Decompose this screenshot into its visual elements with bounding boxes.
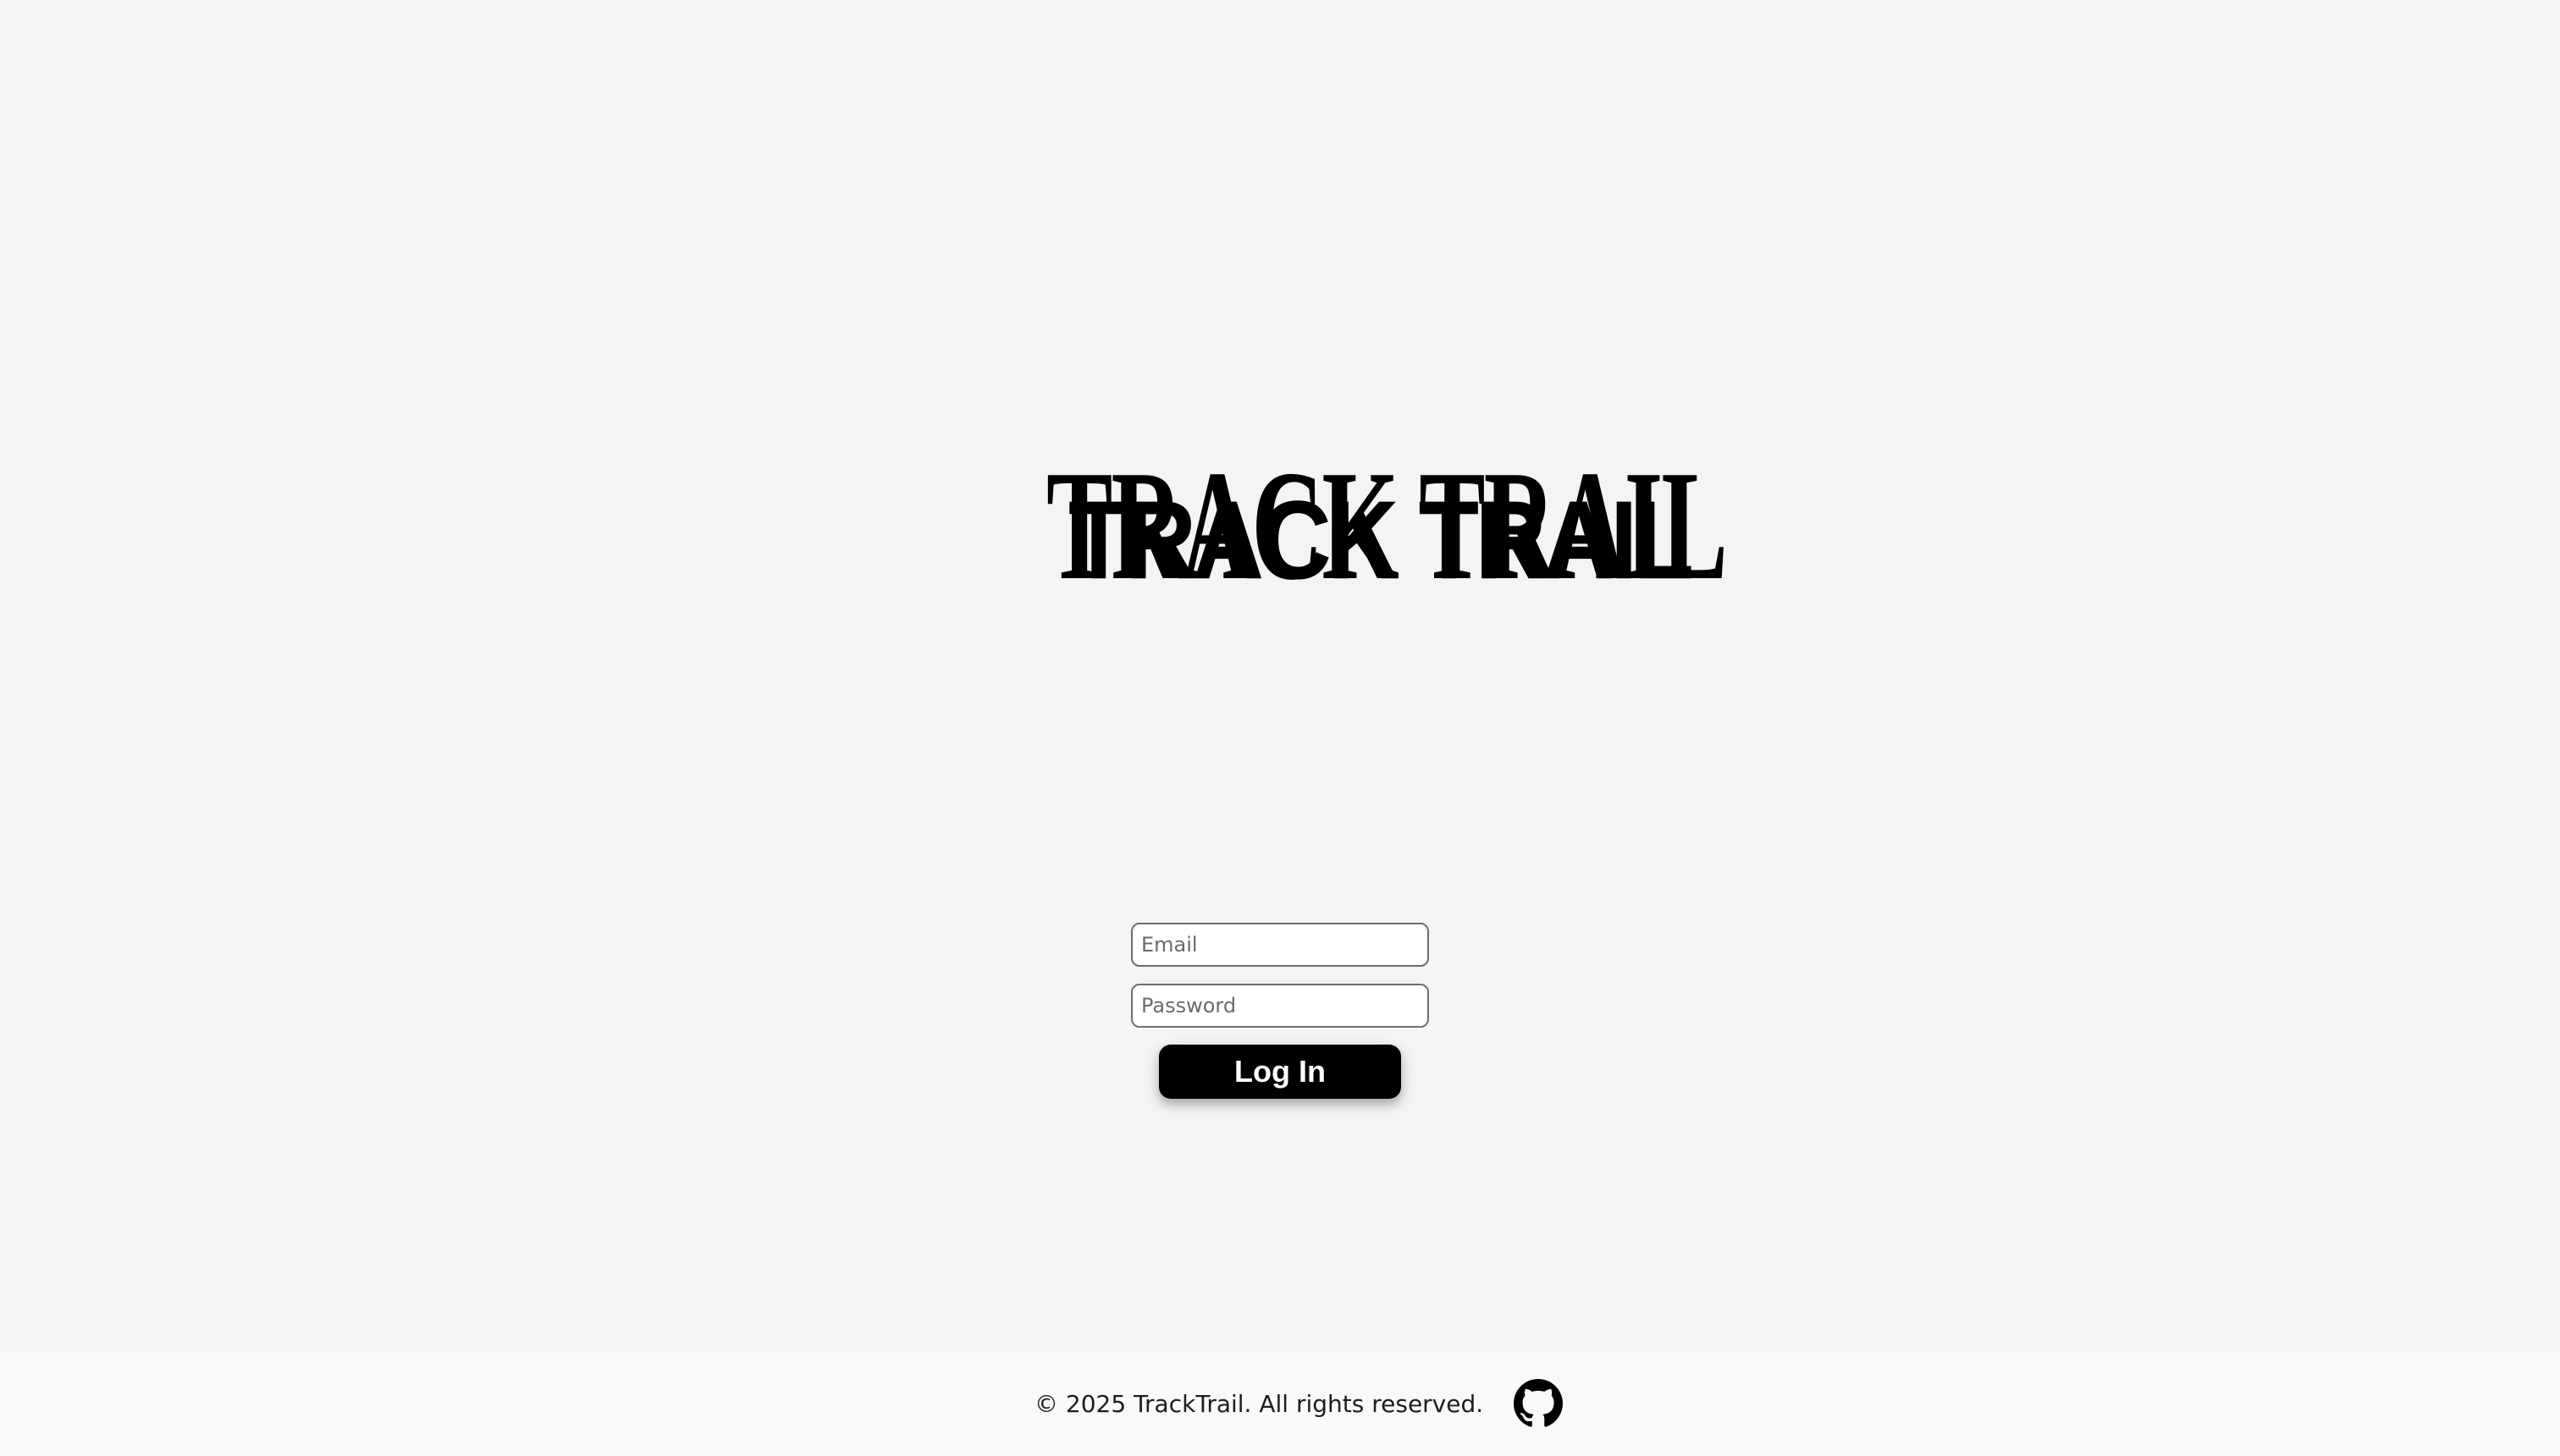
login-page: TRACK TRAIL TRACK TRAIL Log In © 2025 Tr… [0, 0, 2560, 1456]
login-form: Log In [1131, 923, 1429, 1099]
footer: © 2025 TrackTrail. All rights reserved. [0, 1353, 2560, 1456]
email-input[interactable] [1131, 923, 1429, 967]
app-logo: TRACK TRAIL TRACK TRAIL [1043, 440, 1728, 626]
github-link[interactable] [1514, 1379, 1564, 1428]
logo-text-front: TRACK TRAIL [1068, 477, 1694, 603]
footer-content: © 2025 TrackTrail. All rights reserved. [1034, 1376, 1564, 1431]
password-input[interactable] [1131, 984, 1429, 1028]
login-button[interactable]: Log In [1159, 1045, 1401, 1099]
github-icon [1514, 1379, 1564, 1427]
copyright-text: © 2025 TrackTrail. All rights reserved. [1034, 1389, 1484, 1418]
